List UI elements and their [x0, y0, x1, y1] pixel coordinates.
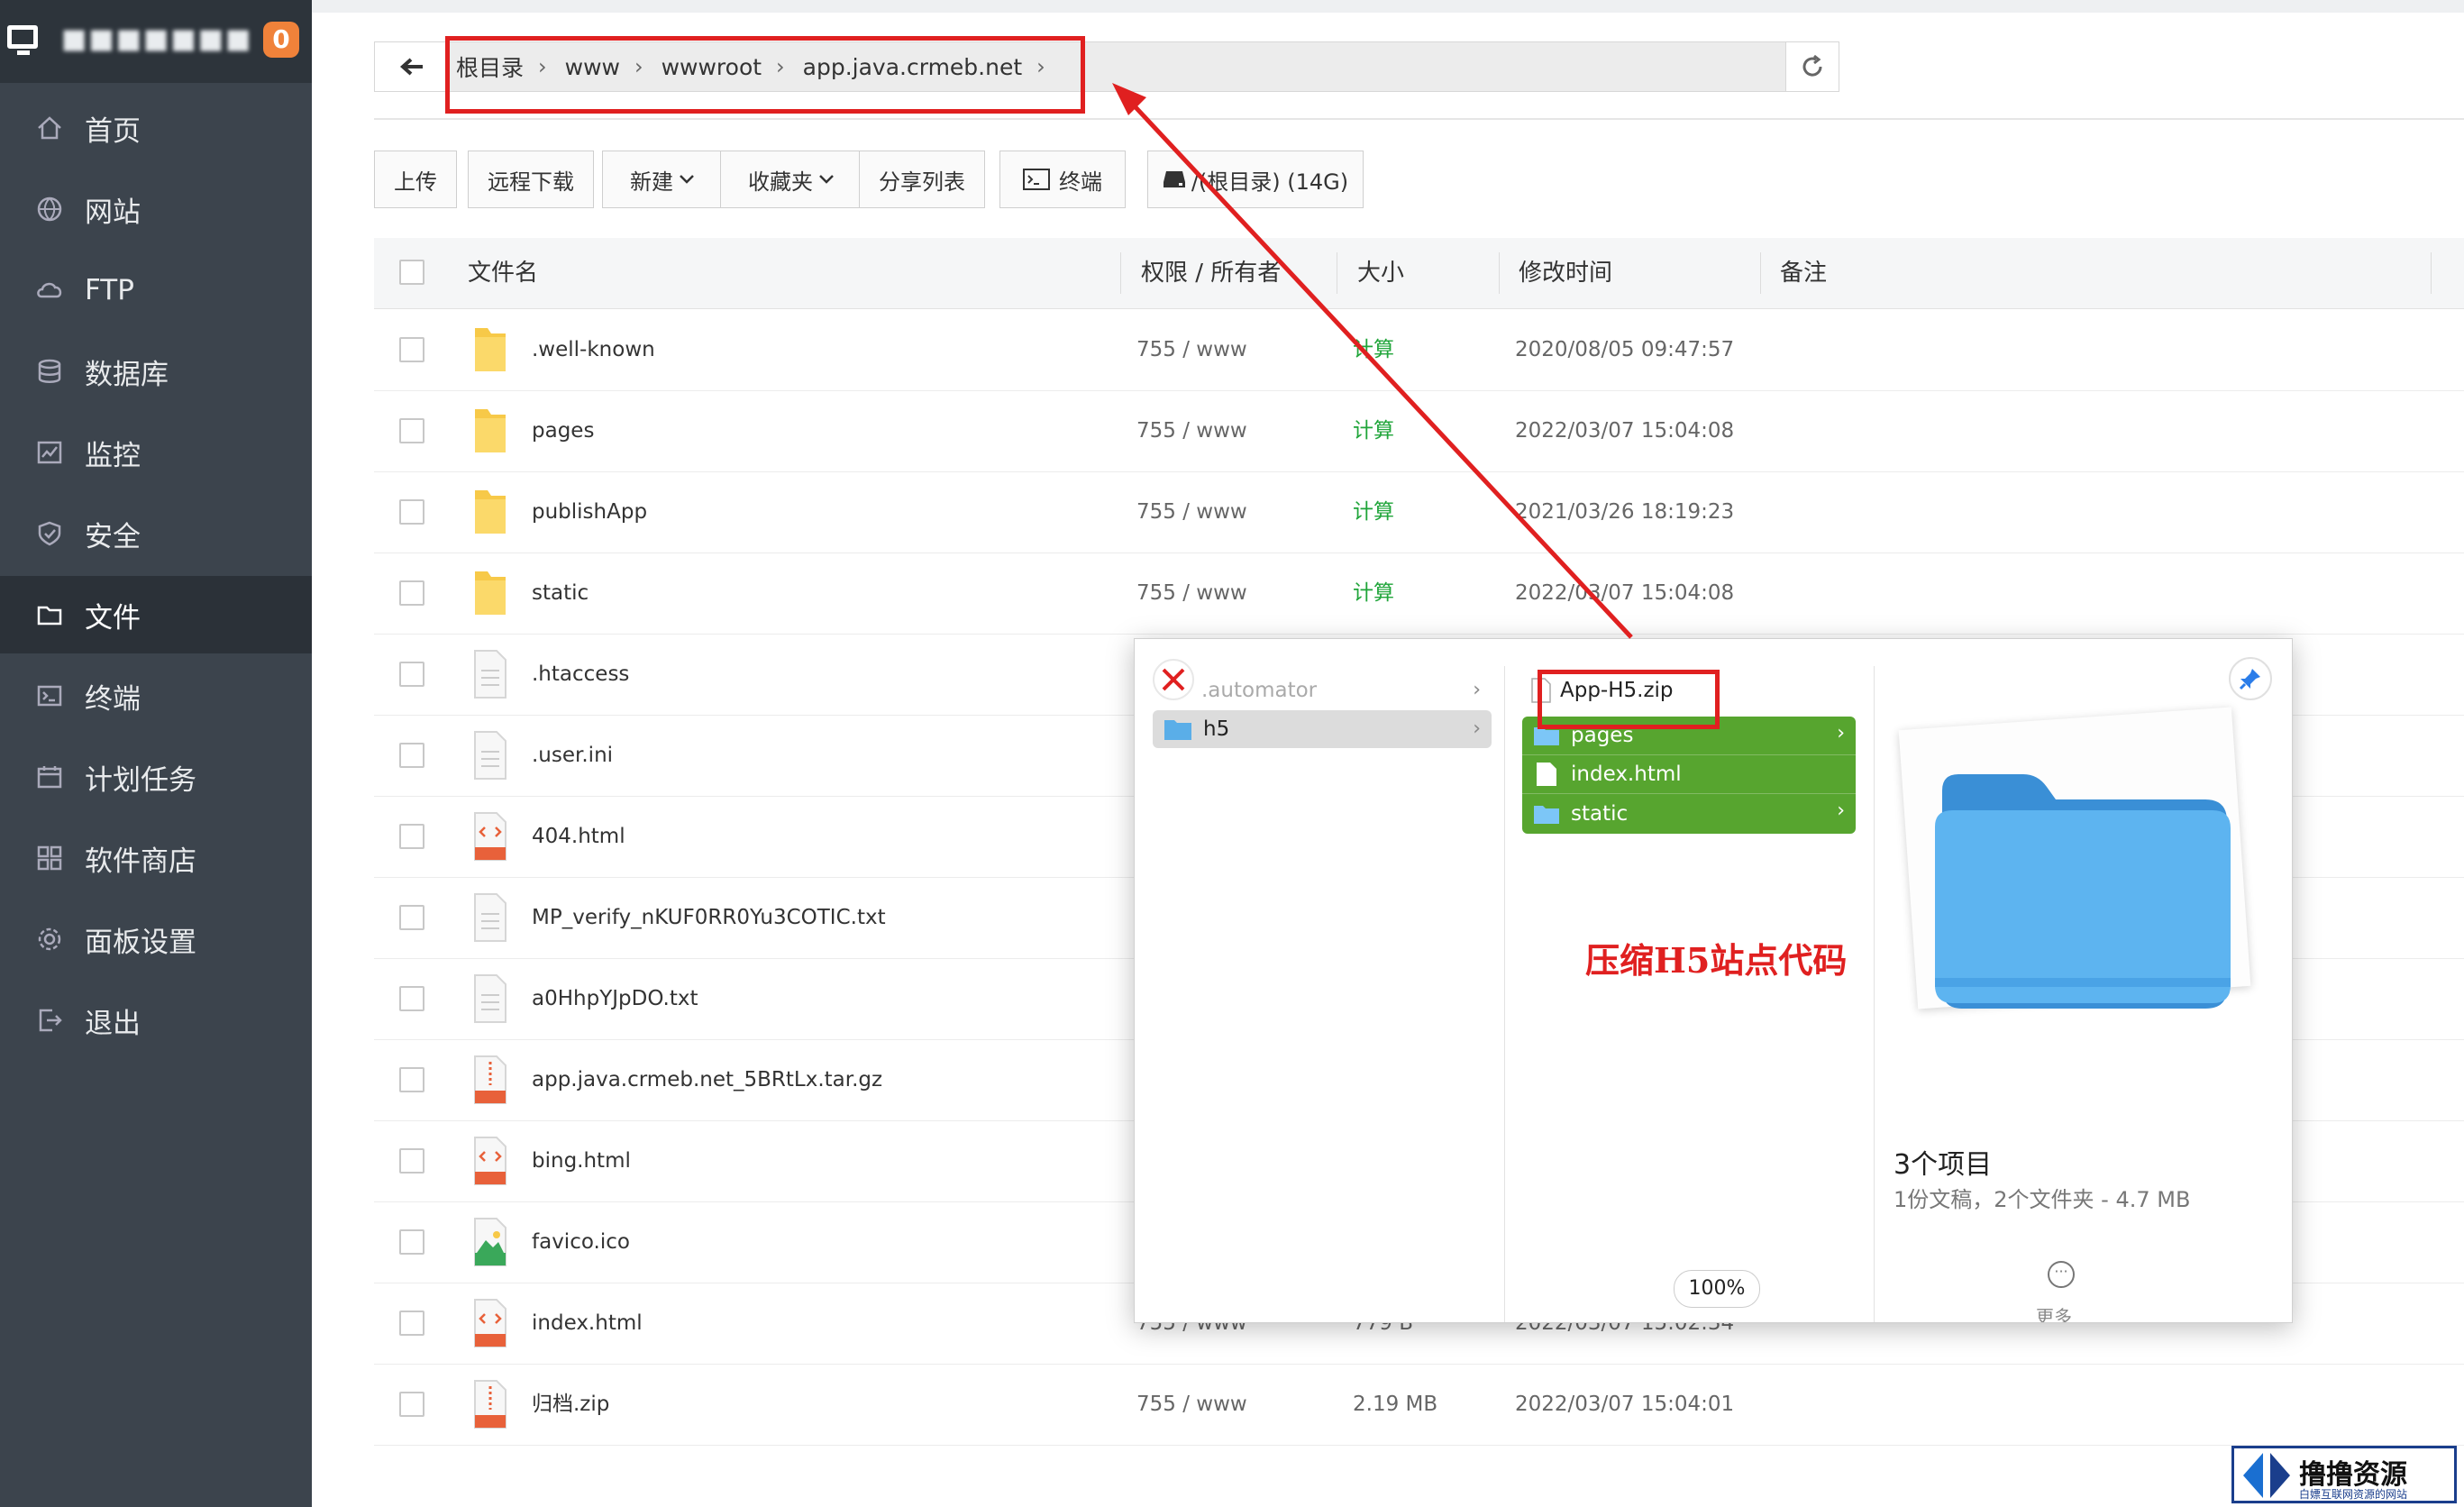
watermark-logo: 撸撸资源 白嫖互联网资源的网站 — [2231, 1446, 2457, 1503]
annotation-arrow — [1112, 83, 1633, 639]
watermark-subtitle: 白嫖互联网资源的网站 — [2299, 1488, 2408, 1501]
logo-mark-icon — [2243, 1453, 2290, 1498]
